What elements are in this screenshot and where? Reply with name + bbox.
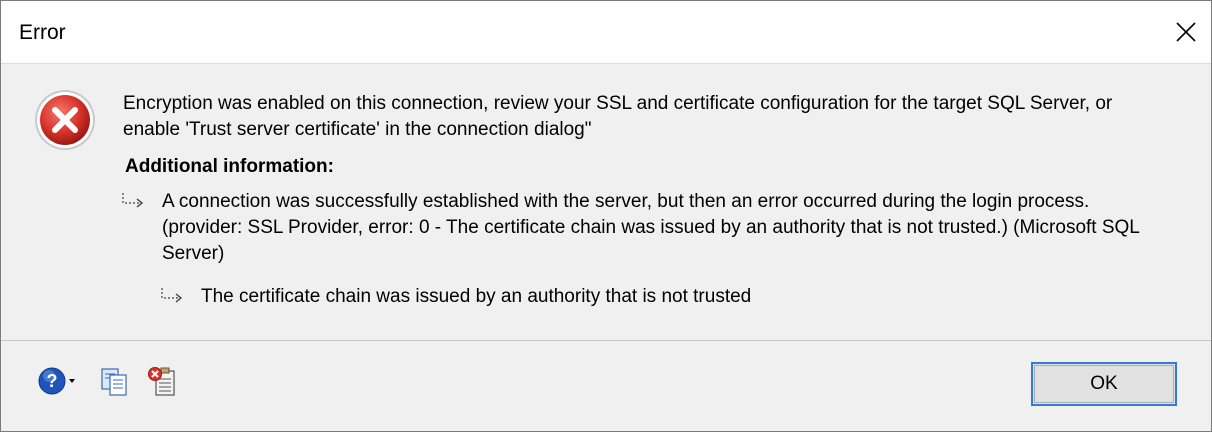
detail-message-1: A connection was successfully establishe… xyxy=(162,191,1140,264)
error-icon xyxy=(35,90,95,150)
additional-info-heading: Additional information: xyxy=(125,156,334,177)
ok-button[interactable]: OK xyxy=(1031,362,1177,406)
sub-arrow-icon xyxy=(161,288,183,303)
footer-divider xyxy=(1,340,1211,341)
title-bar: Error xyxy=(1,1,1211,64)
copy-icon xyxy=(101,368,127,396)
error-dialog: Error Encryption was enabled on this con… xyxy=(0,0,1212,432)
error-message: Encryption was enabled on this connectio… xyxy=(123,93,1113,140)
show-technical-details-icon xyxy=(148,367,175,396)
sub-arrow-icon xyxy=(122,193,144,208)
dialog-content: Encryption was enabled on this connectio… xyxy=(1,64,1211,334)
help-icon: ? xyxy=(38,367,75,395)
ok-button-label: OK xyxy=(1034,365,1174,403)
dialog-title: Error xyxy=(19,21,66,44)
detail-message-2: The certificate chain was issued by an a… xyxy=(201,286,752,307)
close-icon xyxy=(1176,22,1196,42)
help-button[interactable]: ? xyxy=(37,365,77,402)
svg-text:?: ? xyxy=(47,371,58,391)
copy-button[interactable] xyxy=(99,365,131,402)
close-button[interactable] xyxy=(1161,1,1211,63)
technical-details-button[interactable] xyxy=(147,365,179,404)
